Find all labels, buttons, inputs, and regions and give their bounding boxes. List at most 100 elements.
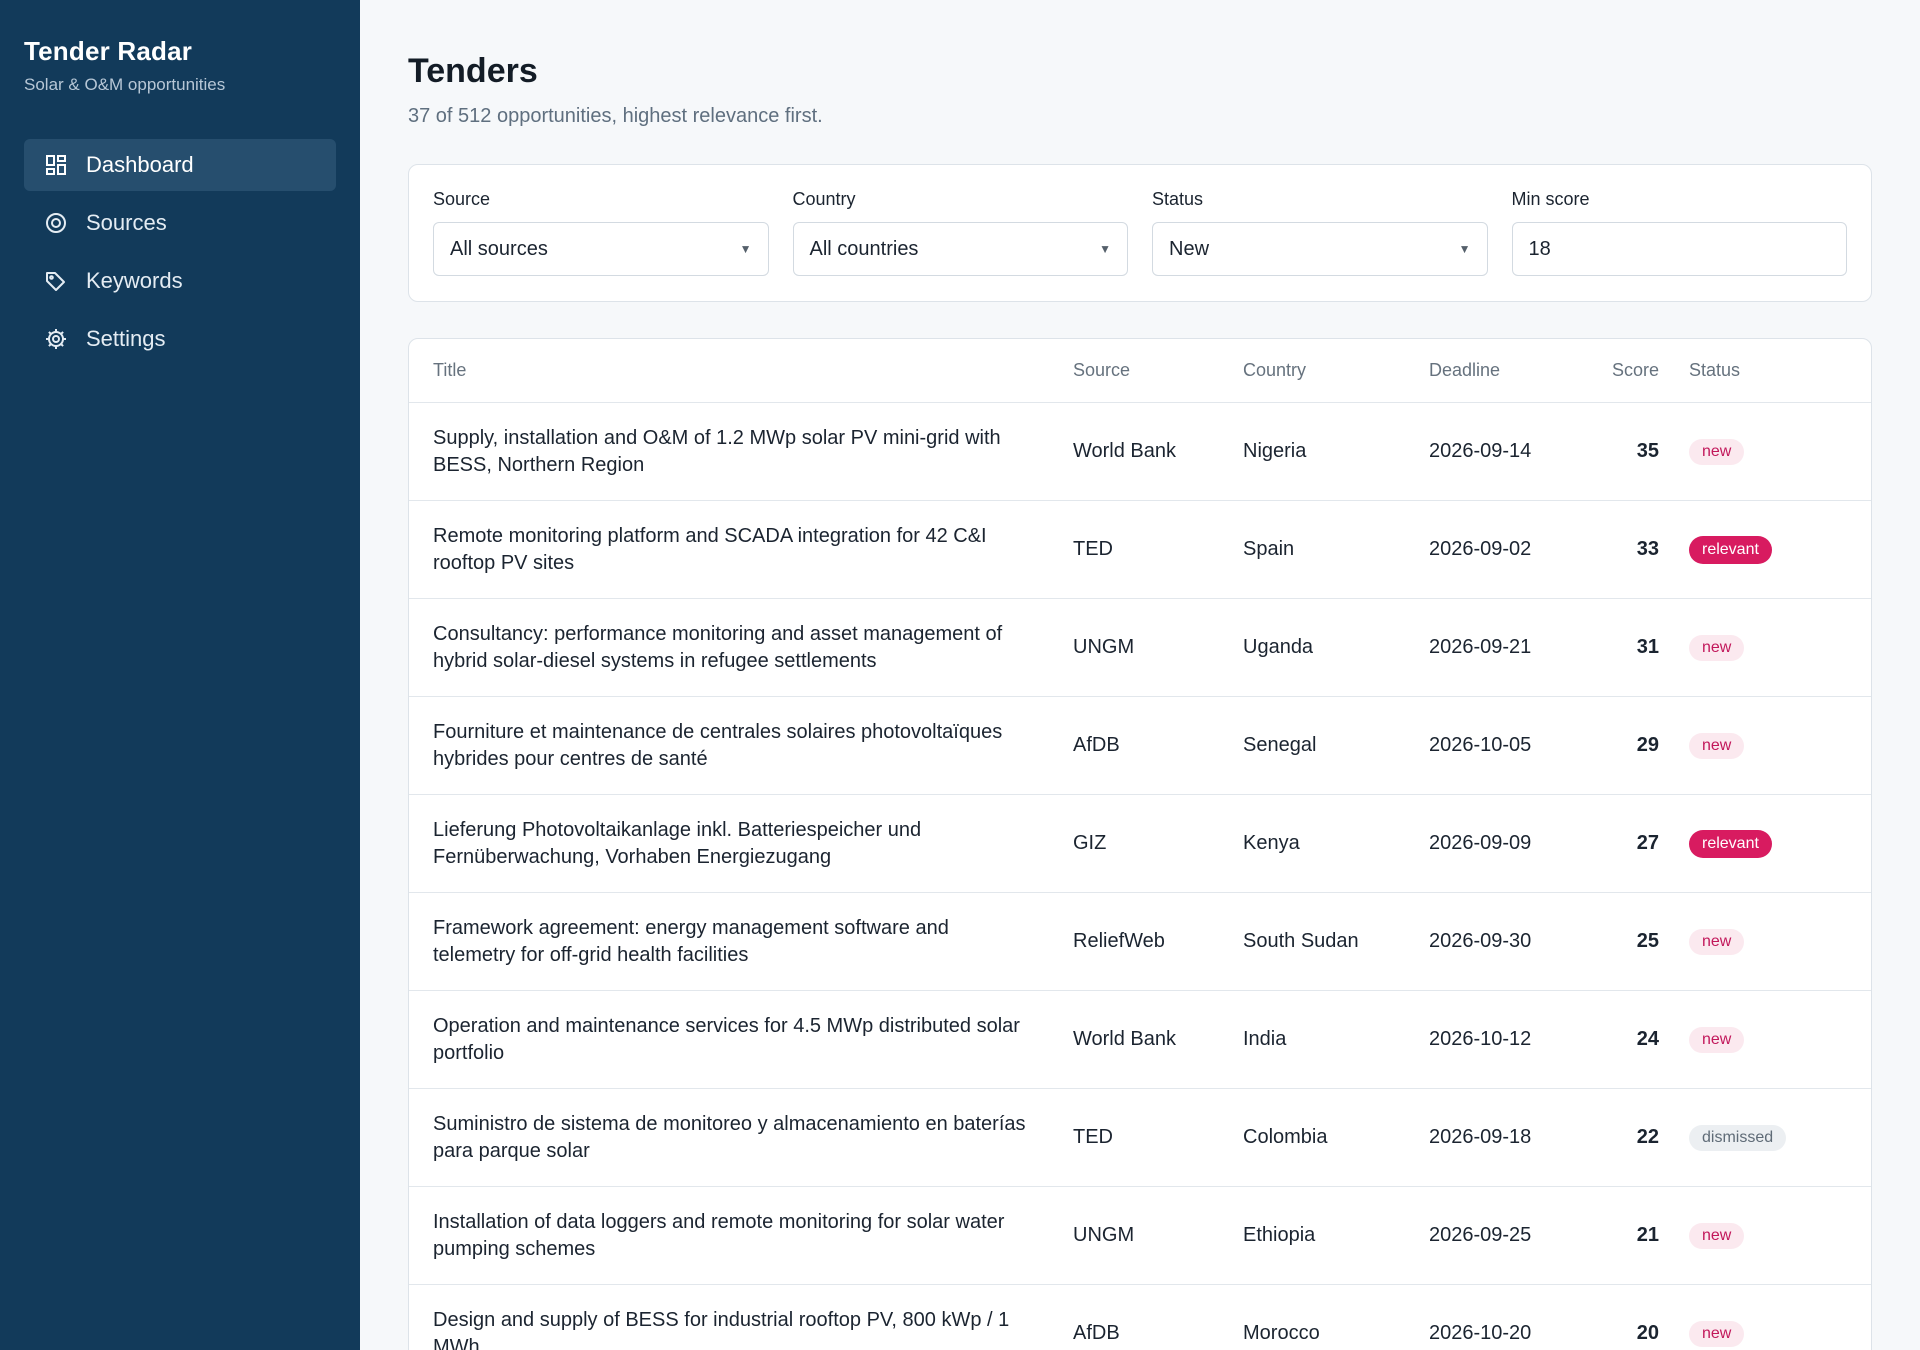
cell-country: Spain bbox=[1243, 538, 1295, 560]
cell-status: new bbox=[1659, 732, 1819, 759]
cell-title[interactable]: Installation of data loggers and remote … bbox=[409, 1209, 1073, 1263]
sidebar-item-dashboard[interactable]: Dashboard bbox=[24, 139, 336, 191]
status-badge[interactable]: new bbox=[1689, 732, 1745, 759]
cell-source: ReliefWeb bbox=[1073, 930, 1165, 952]
source-select[interactable]: All sources ▼ bbox=[433, 222, 769, 276]
cell-deadline: 2026-09-25 bbox=[1429, 1224, 1532, 1246]
column-header-title[interactable]: Title bbox=[409, 357, 1073, 384]
cell-status: new bbox=[1659, 928, 1819, 955]
cell-status: relevant bbox=[1659, 829, 1819, 858]
table-header: Title Source Country Deadline Score Stat… bbox=[409, 339, 1871, 403]
table-row[interactable]: Consultancy: performance monitoring and … bbox=[409, 599, 1871, 697]
status-filter: Status New ▼ bbox=[1152, 189, 1488, 277]
country-filter: Country All countries ▼ bbox=[792, 189, 1128, 277]
cell-title[interactable]: Operation and maintenance services for 4… bbox=[409, 1013, 1073, 1067]
table-row[interactable]: Remote monitoring platform and SCADA int… bbox=[409, 501, 1871, 599]
sidebar-item-keywords[interactable]: Keywords bbox=[24, 255, 336, 307]
cell-status: dismissed bbox=[1659, 1124, 1819, 1151]
cell-title[interactable]: Consultancy: performance monitoring and … bbox=[409, 621, 1073, 675]
table-row[interactable]: Fourniture et maintenance de centrales s… bbox=[409, 697, 1871, 795]
chevron-down-icon: ▼ bbox=[1099, 242, 1111, 256]
cell-country: Ethiopia bbox=[1243, 1224, 1316, 1246]
cell-status: relevant bbox=[1659, 535, 1819, 564]
column-header-deadline[interactable]: Deadline bbox=[1429, 360, 1579, 381]
min-score-filter: Min score 18 bbox=[1511, 189, 1847, 277]
filter-label: Min score bbox=[1511, 189, 1590, 209]
table-row[interactable]: Installation of data loggers and remote … bbox=[409, 1187, 1871, 1285]
page-subtitle: 37 of 512 opportunities, highest relevan… bbox=[408, 105, 823, 127]
status-badge[interactable]: relevant bbox=[1689, 535, 1772, 564]
cell-score: 29 bbox=[1636, 734, 1659, 756]
tenders-table: Title Source Country Deadline Score Stat… bbox=[408, 338, 1872, 1350]
cell-source: TED bbox=[1073, 538, 1113, 560]
status-badge[interactable]: new bbox=[1689, 1222, 1745, 1249]
cell-deadline: 2026-09-14 bbox=[1429, 440, 1532, 462]
cell-title[interactable]: Fourniture et maintenance de centrales s… bbox=[409, 719, 1073, 773]
app-subtitle: Solar & O&M opportunities bbox=[24, 75, 226, 94]
sidebar-item-sources[interactable]: Sources bbox=[24, 197, 336, 249]
column-header-score[interactable]: Score bbox=[1579, 360, 1659, 381]
gear-icon bbox=[44, 327, 68, 351]
cell-title[interactable]: Remote monitoring platform and SCADA int… bbox=[409, 523, 1073, 577]
cell-deadline: 2026-10-05 bbox=[1429, 734, 1532, 756]
cell-deadline: 2026-09-02 bbox=[1429, 538, 1532, 560]
sidebar-item-label: Sources bbox=[86, 210, 167, 235]
cell-deadline: 2026-09-21 bbox=[1429, 636, 1532, 658]
sidebar-item-label: Keywords bbox=[86, 268, 183, 293]
cell-country: Morocco bbox=[1243, 1322, 1320, 1344]
select-value: All countries bbox=[809, 237, 919, 260]
cell-status: new bbox=[1659, 1222, 1819, 1249]
app-title: Tender Radar bbox=[24, 36, 193, 66]
min-score-input[interactable]: 18 bbox=[1511, 222, 1847, 276]
table-row[interactable]: Supply, installation and O&M of 1.2 MWp … bbox=[409, 403, 1871, 501]
input-value: 18 bbox=[1528, 237, 1551, 260]
status-badge[interactable]: relevant bbox=[1689, 829, 1772, 858]
status-select[interactable]: New ▼ bbox=[1152, 222, 1488, 276]
table-row[interactable]: Framework agreement: energy management s… bbox=[409, 893, 1871, 991]
column-header-source[interactable]: Source bbox=[1073, 360, 1243, 381]
status-badge[interactable]: new bbox=[1689, 634, 1745, 661]
cell-country: South Sudan bbox=[1243, 930, 1359, 952]
cell-source: AfDB bbox=[1073, 734, 1120, 756]
table-row[interactable]: Design and supply of BESS for industrial… bbox=[409, 1285, 1871, 1350]
target-icon bbox=[44, 211, 68, 235]
status-badge[interactable]: new bbox=[1689, 1026, 1745, 1053]
country-select[interactable]: All countries ▼ bbox=[792, 222, 1128, 276]
status-badge[interactable]: new bbox=[1689, 1320, 1745, 1347]
cell-source: World Bank bbox=[1073, 1028, 1177, 1050]
cell-title[interactable]: Suministro de sistema de monitoreo y alm… bbox=[409, 1111, 1073, 1165]
column-header-status[interactable]: Status bbox=[1659, 360, 1819, 381]
status-badge[interactable]: new bbox=[1689, 928, 1745, 955]
cell-status: new bbox=[1659, 438, 1819, 465]
sidebar-item-settings[interactable]: Settings bbox=[24, 313, 336, 365]
cell-title[interactable]: Framework agreement: energy management s… bbox=[409, 915, 1073, 969]
cell-title[interactable]: Supply, installation and O&M of 1.2 MWp … bbox=[409, 425, 1073, 479]
cell-deadline: 2026-10-20 bbox=[1429, 1322, 1532, 1344]
cell-score: 35 bbox=[1636, 440, 1659, 462]
cell-deadline: 2026-09-09 bbox=[1429, 832, 1532, 854]
cell-score: 27 bbox=[1636, 832, 1659, 854]
cell-title[interactable]: Lieferung Photovoltaikanlage inkl. Batte… bbox=[409, 817, 1073, 871]
cell-country: Uganda bbox=[1243, 636, 1314, 658]
cell-country: Colombia bbox=[1243, 1126, 1328, 1148]
cell-score: 21 bbox=[1636, 1224, 1659, 1246]
cell-deadline: 2026-09-30 bbox=[1429, 930, 1532, 952]
main-content: Tenders 37 of 512 opportunities, highest… bbox=[408, 0, 1872, 1350]
cell-title[interactable]: Design and supply of BESS for industrial… bbox=[409, 1307, 1073, 1350]
status-badge[interactable]: new bbox=[1689, 438, 1745, 465]
cell-status: new bbox=[1659, 1026, 1819, 1053]
tag-icon bbox=[44, 269, 68, 293]
table-row[interactable]: Operation and maintenance services for 4… bbox=[409, 991, 1871, 1089]
cell-status: new bbox=[1659, 1320, 1819, 1347]
status-badge[interactable]: dismissed bbox=[1689, 1124, 1787, 1151]
cell-score: 25 bbox=[1636, 930, 1659, 952]
cell-score: 24 bbox=[1636, 1028, 1659, 1050]
table-row[interactable]: Lieferung Photovoltaikanlage inkl. Batte… bbox=[409, 795, 1871, 893]
filter-label: Status bbox=[1152, 189, 1204, 209]
table-row[interactable]: Suministro de sistema de monitoreo y alm… bbox=[409, 1089, 1871, 1187]
cell-country: Senegal bbox=[1243, 734, 1317, 756]
column-header-country[interactable]: Country bbox=[1243, 360, 1429, 381]
filter-label: Country bbox=[792, 189, 856, 209]
select-value: New bbox=[1169, 237, 1210, 260]
cell-deadline: 2026-09-18 bbox=[1429, 1126, 1532, 1148]
